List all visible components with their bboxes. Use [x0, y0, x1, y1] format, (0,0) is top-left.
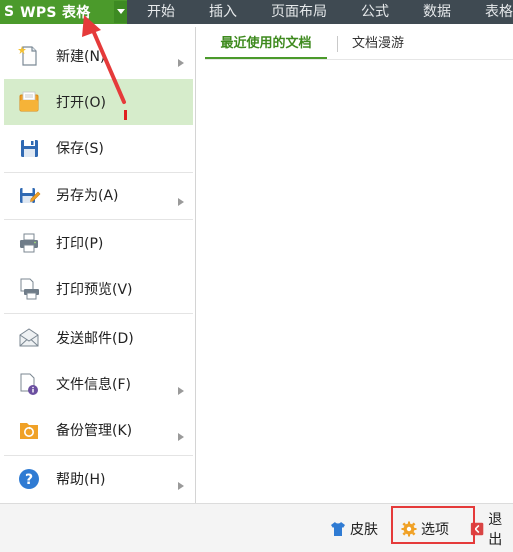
tab-table[interactable]: 表格: [468, 0, 513, 24]
menu-item-label: 打开(O): [56, 95, 106, 111]
menu-item-label: 打印(P): [56, 236, 104, 252]
shirt-icon: [331, 522, 345, 536]
menu-item-label: 发送邮件(D): [56, 331, 134, 347]
submenu-arrow-icon: [178, 52, 184, 67]
menu-item-open[interactable]: 打开(O): [4, 79, 193, 125]
tab-formulas[interactable]: 公式: [344, 0, 406, 24]
submenu-arrow-icon: [178, 426, 184, 441]
svg-text:?: ?: [25, 472, 33, 488]
help-icon: ?: [17, 467, 41, 491]
menu-item-label: 另存为(A): [56, 188, 119, 204]
submenu-arrow-icon: [178, 380, 184, 395]
options-label: 选项: [421, 522, 449, 538]
tab-data[interactable]: 数据: [406, 0, 468, 24]
skin-label: 皮肤: [350, 522, 378, 538]
exit-label: 退出: [488, 512, 503, 548]
menu-item-label: 备份管理(K): [56, 423, 133, 439]
tab-document-roaming[interactable]: 文档漫游: [352, 32, 404, 56]
app-title: WPS 表格: [20, 5, 91, 21]
annotation-marker: [124, 110, 127, 120]
menu-item-label: 文件信息(F): [56, 377, 131, 393]
menu-item-label: 保存(S): [56, 141, 104, 157]
menu-separator: [4, 313, 193, 314]
backup-icon: [17, 418, 41, 442]
save-icon: [17, 136, 41, 160]
tab-start[interactable]: 开始: [130, 0, 192, 24]
submenu-arrow-icon: [178, 191, 184, 206]
options-button[interactable]: 选项: [401, 519, 449, 539]
menu-item-print[interactable]: 打印(P): [4, 220, 193, 266]
skin-button[interactable]: 皮肤: [330, 519, 378, 539]
save-as-icon: [17, 183, 41, 207]
menu-item-help[interactable]: ? 帮助(H): [4, 456, 193, 502]
submenu-arrow-icon: [178, 475, 184, 490]
menu-item-send-mail[interactable]: 发送邮件(D): [4, 315, 193, 361]
tab-insert[interactable]: 插入: [192, 0, 254, 24]
file-info-icon: [17, 372, 41, 396]
open-folder-icon: [17, 90, 41, 114]
tabs-divider: [205, 59, 513, 60]
menu-item-save-as[interactable]: 另存为(A): [4, 172, 193, 218]
menu-item-file-info[interactable]: 文件信息(F): [4, 361, 193, 407]
gear-icon: [401, 521, 417, 537]
app-menu-button[interactable]: S WPS 表格: [0, 0, 127, 24]
file-menu: 新建(N) 打开(O) 保存(S) 另存为(A) 打印(P) 打印预览(V) 发…: [4, 27, 193, 503]
menu-item-label: 新建(N): [56, 49, 106, 65]
wps-logo: S: [4, 4, 15, 20]
menu-item-new[interactable]: 新建(N): [4, 33, 193, 79]
tab-page-layout[interactable]: 页面布局: [254, 0, 344, 24]
print-icon: [17, 231, 41, 255]
tab-separator: [337, 36, 338, 52]
new-file-icon: [17, 44, 41, 68]
menu-item-label: 帮助(H): [56, 472, 106, 488]
title-bar: S WPS 表格 开始 插入 页面布局 公式 数据 表格: [0, 0, 513, 24]
menu-item-backup[interactable]: 备份管理(K): [4, 407, 193, 453]
mail-icon: [17, 326, 41, 350]
ribbon-tabs: 开始 插入 页面布局 公式 数据 表格: [130, 0, 513, 24]
print-preview-icon: [17, 277, 41, 301]
app-menu-dropdown-icon[interactable]: [114, 1, 127, 23]
exit-icon: [470, 522, 484, 536]
tab-recent-documents[interactable]: 最近使用的文档: [205, 32, 327, 58]
menu-item-label: 打印预览(V): [56, 282, 133, 298]
panel-divider: [195, 27, 196, 503]
exit-button[interactable]: 退出: [470, 512, 513, 548]
menu-item-save[interactable]: 保存(S): [4, 125, 193, 171]
wps-spreadsheet-file-menu: S WPS 表格 开始 插入 页面布局 公式 数据 表格 新建(N) 打开(O)…: [0, 0, 513, 552]
menu-item-print-preview[interactable]: 打印预览(V): [4, 266, 193, 312]
